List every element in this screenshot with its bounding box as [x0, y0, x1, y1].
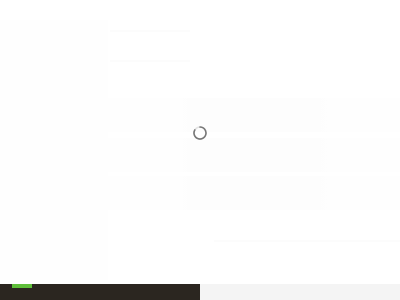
bottom-bar-right	[200, 284, 400, 300]
bottom-bar	[0, 284, 200, 300]
bottom-accent	[12, 284, 32, 288]
spinner-icon	[192, 125, 208, 141]
loading-overlay	[0, 0, 400, 284]
page	[0, 0, 400, 300]
